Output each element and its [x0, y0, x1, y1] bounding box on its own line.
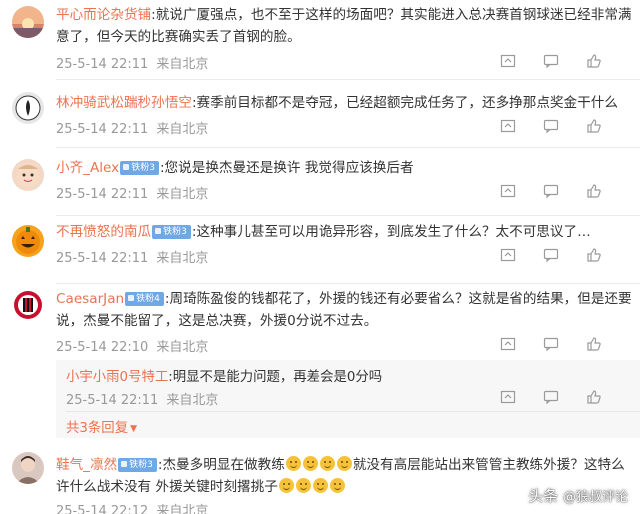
username-link[interactable]: 鞋气_凛然	[56, 457, 117, 473]
reply-username-link[interactable]: 小宇小雨0号特工	[66, 370, 168, 385]
reply-text: :明显不是能力问题，再差会是0分吗	[168, 370, 383, 385]
fan-badge[interactable]: 铁粉3	[152, 225, 191, 239]
comment-item: 平心而论杂货铺:就说广厦强点，也不至于这样的场面吧？其实能进入总决赛首钢球迷已经…	[0, 0, 640, 80]
location: 来自北京	[156, 187, 209, 202]
timestamp: 25-5-14 22:11	[56, 122, 149, 137]
smile-emoji-icon	[278, 478, 294, 493]
comment-actions	[500, 118, 640, 136]
share-icon[interactable]	[500, 53, 518, 69]
comment-icon[interactable]	[543, 389, 561, 405]
location: 来自北京	[156, 57, 209, 72]
timestamp: 25-5-14 22:10	[56, 340, 149, 355]
more-replies-label[interactable]: 共3条回复	[66, 421, 128, 436]
pumpkin-avatar-icon[interactable]	[12, 225, 44, 257]
more-replies-link[interactable]: 共3条回复 ▼	[66, 416, 137, 436]
comment-body: 不再愤怒的南瓜 铁粉3:这种事儿甚至可以用诡异形容，到底发生了什么？太不可思议了…	[56, 221, 632, 243]
share-icon[interactable]	[500, 389, 518, 405]
sunset-avatar-icon[interactable]	[12, 6, 44, 38]
comment-text: :这种事儿甚至可以用诡异形容，到底发生了什么？太不可思议了…	[191, 224, 591, 240]
smile-emoji-icon	[302, 456, 318, 471]
comment-meta: 25-5-14 22:12 来自北京	[56, 500, 208, 514]
watermark-handle: @狼叔评论	[562, 490, 628, 505]
comment-body: CaesarJan 铁粉4:周琦陈盈俊的钱都花了，外援的钱还有必要省么？这就是省的…	[56, 288, 632, 332]
smile-emoji-icon	[336, 456, 352, 471]
comment-text: :杰曼多明显在做教练	[157, 457, 285, 473]
timestamp: 25-5-14 22:11	[56, 57, 149, 72]
comment-actions	[500, 183, 640, 201]
like-icon[interactable]	[586, 247, 604, 263]
like-icon[interactable]	[586, 183, 604, 199]
comment-item: CaesarJan 铁粉4:周琦陈盈俊的钱都花了，外援的钱还有必要省么？这就是省的…	[0, 284, 640, 441]
comment-meta: 25-5-14 22:10 来自北京	[56, 336, 208, 355]
like-icon[interactable]	[586, 53, 604, 69]
share-icon[interactable]	[500, 247, 518, 263]
share-icon[interactable]	[500, 336, 518, 352]
comment-icon[interactable]	[543, 336, 561, 352]
comment-actions	[500, 247, 640, 265]
comment-icon[interactable]	[543, 53, 561, 69]
username-link[interactable]: 小齐_Alex	[56, 160, 119, 176]
reply-thread: 小宇小雨0号特工:明显不是能力问题，再差会是0分吗 25-5-14 22:11 来…	[56, 360, 640, 438]
fan-badge[interactable]: 铁粉3	[120, 161, 159, 175]
ac-milan-avatar-icon[interactable]	[12, 289, 44, 321]
location: 来自北京	[166, 393, 219, 408]
watermark-prefix: 头条	[528, 487, 559, 505]
comment-meta: 25-5-14 22:11 来自北京	[56, 53, 208, 72]
comment-meta: 25-5-14 22:11 来自北京	[56, 183, 208, 202]
comment-actions	[500, 53, 640, 71]
timestamp: 25-5-14 22:11	[56, 251, 149, 266]
location: 来自北京	[156, 122, 209, 137]
username-link[interactable]: CaesarJan	[56, 291, 124, 307]
comment-text: :您说是换杰曼还是换许 我觉得应该换后者	[159, 160, 414, 176]
smile-emoji-icon	[312, 478, 328, 493]
comment-text: :赛季前目标都不是夺冠，已经超额完成任务了，还多挣那点奖金干什么	[191, 95, 618, 111]
comment-body: 林冲骑武松踹秒孙悟空:赛季前目标都不是夺冠，已经超额完成任务了，还多挣那点奖金干…	[56, 92, 632, 114]
comment-meta: 25-5-14 22:11 来自北京	[56, 247, 208, 266]
timestamp: 25-5-14 22:12	[56, 504, 149, 514]
smile-emoji-icon	[285, 456, 301, 471]
location: 来自北京	[156, 340, 209, 355]
like-icon[interactable]	[586, 118, 604, 134]
reply-body: 小宇小雨0号特工:明显不是能力问题，再差会是0分吗	[66, 365, 382, 385]
username-link[interactable]: 平心而论杂货铺	[56, 7, 151, 23]
watermark: 头条 @狼叔评论	[528, 485, 628, 506]
fan-badge[interactable]: 铁粉3	[118, 458, 157, 472]
username-link[interactable]: 不再愤怒的南瓜	[56, 224, 151, 240]
share-icon[interactable]	[500, 118, 518, 134]
divider	[66, 411, 640, 412]
smile-emoji-icon	[295, 478, 311, 493]
baby-avatar-icon[interactable]	[12, 159, 44, 191]
comment-item: 不再愤怒的南瓜 铁粉3:这种事儿甚至可以用诡异形容，到底发生了什么？太不可思议了……	[0, 216, 640, 284]
location: 来自北京	[156, 251, 209, 266]
comment-icon[interactable]	[543, 183, 561, 199]
comment-item: 小齐_Alex 铁粉3:您说是换杰曼还是换许 我觉得应该换后者 25-5-14 2…	[0, 148, 640, 216]
timestamp: 25-5-14 22:11	[66, 393, 159, 408]
fan-badge[interactable]: 铁粉4	[125, 292, 164, 306]
comment-icon[interactable]	[543, 247, 561, 263]
share-icon[interactable]	[500, 183, 518, 199]
comment-meta: 25-5-14 22:11 来自北京	[56, 118, 208, 137]
comment-icon[interactable]	[543, 118, 561, 134]
smile-emoji-icon	[319, 456, 335, 471]
caret-down-icon[interactable]: ▼	[130, 424, 137, 434]
like-icon[interactable]	[586, 336, 604, 352]
comment-body: 小齐_Alex 铁粉3:您说是换杰曼还是换许 我觉得应该换后者	[56, 157, 632, 179]
timestamp: 25-5-14 22:11	[56, 187, 149, 202]
dark-figure-avatar-icon[interactable]	[12, 92, 44, 124]
smile-emoji-icon	[329, 478, 345, 493]
comment-item: 林冲骑武松踹秒孙悟空:赛季前目标都不是夺冠，已经超额完成任务了，还多挣那点奖金干…	[0, 80, 640, 148]
like-icon[interactable]	[586, 389, 604, 405]
comment-actions	[500, 336, 640, 354]
comment-body: 平心而论杂货铺:就说广厦强点，也不至于这样的场面吧？其实能进入总决赛首钢球迷已经…	[56, 4, 632, 48]
location: 来自北京	[156, 504, 209, 514]
reply-actions	[500, 389, 640, 407]
person-avatar-icon[interactable]	[12, 452, 44, 484]
username-link[interactable]: 林冲骑武松踹秒孙悟空	[56, 95, 192, 111]
reply-meta: 25-5-14 22:11 来自北京	[66, 389, 218, 408]
